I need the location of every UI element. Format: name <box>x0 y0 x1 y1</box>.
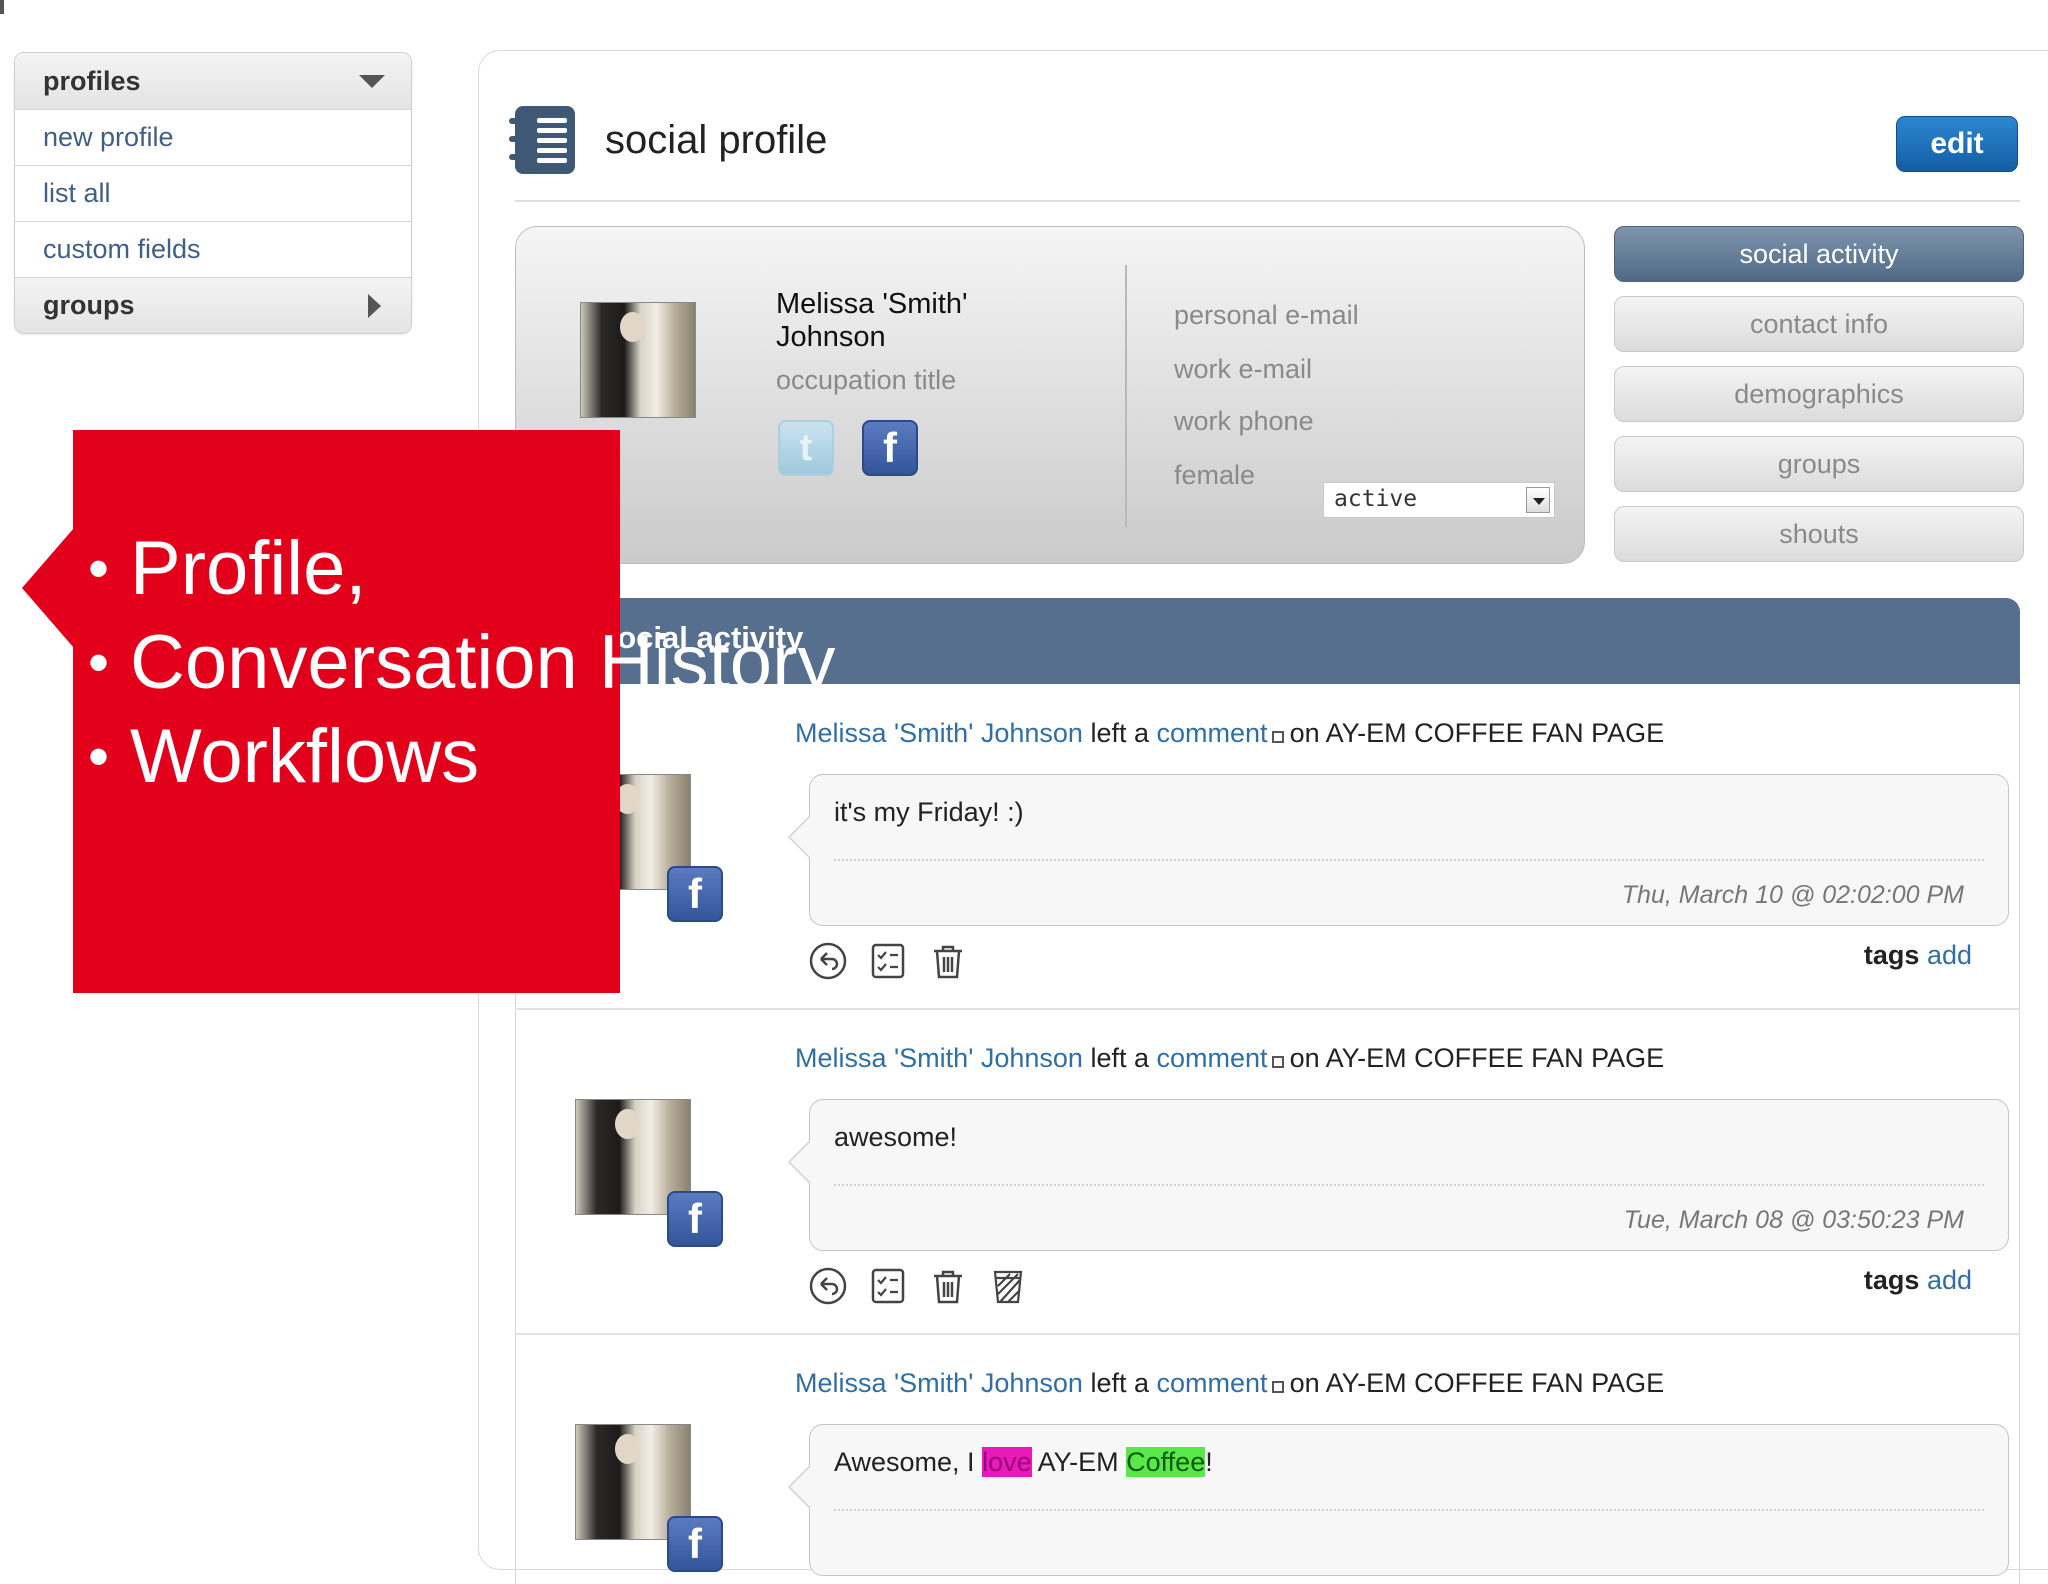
activity-headline: Melissa 'Smith' Johnson left a comment on… <box>795 1043 1664 1074</box>
checklist-icon[interactable] <box>867 1265 909 1307</box>
timestamp: Tue, March 08 @ 03:50:23 PM <box>1623 1206 1964 1234</box>
facebook-icon[interactable]: f <box>862 420 918 476</box>
comment-link[interactable]: comment <box>1157 1368 1268 1398</box>
list-all-label: list all <box>43 178 111 208</box>
comment-bubble: it's my Friday! :) Thu, March 10 @ 02:02… <box>788 774 2009 926</box>
tab-shouts[interactable]: shouts <box>1614 506 2024 562</box>
profile-photo <box>580 302 696 418</box>
page-header: social profile <box>509 100 828 180</box>
item-divider <box>515 1333 2020 1335</box>
tab-groups[interactable]: groups <box>1614 436 2024 492</box>
comment-bubble: awesome! Tue, March 08 @ 03:50:23 PM <box>788 1099 2009 1251</box>
status-select[interactable]: active <box>1323 482 1555 518</box>
comment-link[interactable]: comment <box>1157 718 1268 748</box>
facebook-icon: f <box>667 866 723 922</box>
bubble-tip <box>788 815 810 859</box>
profiles-label: profiles <box>43 65 141 96</box>
custom-fields-label: custom fields <box>43 234 201 264</box>
groups-label: groups <box>43 290 135 320</box>
personal-email-field: personal e-mail <box>1174 300 1359 330</box>
facebook-icon: f <box>667 1516 723 1572</box>
new-profile-link[interactable]: new profile <box>15 109 411 165</box>
profiles-menu-header[interactable]: profiles <box>15 53 411 109</box>
tags-area: tags add <box>1864 940 1972 971</box>
title-divider <box>515 200 2020 202</box>
author-link[interactable]: Melissa 'Smith' Johnson <box>795 718 1083 748</box>
work-phone-field: work phone <box>1174 406 1314 436</box>
tab-contact-info[interactable]: contact info <box>1614 296 2024 352</box>
bullet-workflows: Workflows <box>88 710 835 804</box>
callout-bullets: Profile, Conversation History Workflows <box>88 522 835 804</box>
activity-headline: Melissa 'Smith' Johnson left a comment on… <box>795 718 1664 749</box>
comment-text-part: Awesome, I <box>834 1447 983 1477</box>
comment-text-part: AY-EM <box>1031 1447 1127 1477</box>
trash-icon[interactable] <box>927 940 969 982</box>
checklist-icon[interactable] <box>867 940 909 982</box>
comment-link[interactable]: comment <box>1157 1043 1268 1073</box>
chevron-right-icon <box>368 294 381 318</box>
window-edge-marker <box>0 0 4 14</box>
bubble-tip <box>788 1140 810 1184</box>
timestamp: Thu, March 10 @ 02:02:00 PM <box>1621 881 1964 909</box>
profiles-menu: profiles new profile list all custom fie… <box>14 52 412 334</box>
callout-pointer <box>22 528 74 648</box>
comment-text: Awesome, I love AY-EM Coffee! <box>834 1447 1213 1478</box>
left-a-text: left a <box>1090 718 1149 748</box>
tags-label: tags <box>1863 1265 1920 1295</box>
tags-label: tags <box>1863 940 1920 970</box>
archive-icon[interactable] <box>987 1265 1029 1307</box>
comment-text-part: ! <box>1205 1447 1213 1477</box>
status-value: active <box>1334 486 1418 512</box>
activity-headline: Melissa 'Smith' Johnson left a comment on… <box>795 1368 1664 1399</box>
list-all-link[interactable]: list all <box>15 165 411 221</box>
tags-area: tags add <box>1864 1265 1972 1296</box>
on-page-text: on AY-EM COFFEE FAN PAGE <box>1289 1043 1665 1073</box>
author-link[interactable]: Melissa 'Smith' Johnson <box>795 1368 1083 1398</box>
dotted-divider <box>834 1509 1984 1511</box>
new-profile-label: new profile <box>43 122 174 152</box>
author-link[interactable]: Melissa 'Smith' Johnson <box>795 1043 1083 1073</box>
comment-bubble: Awesome, I love AY-EM Coffee! <box>788 1424 2009 1576</box>
item-divider <box>515 1008 2020 1010</box>
on-page-text: on AY-EM COFFEE FAN PAGE <box>1289 718 1665 748</box>
reply-icon[interactable] <box>807 940 849 982</box>
comment-text: awesome! <box>834 1122 958 1152</box>
add-tag-link[interactable]: add <box>1927 1265 1972 1295</box>
occupation-title: occupation title <box>776 365 957 395</box>
dotted-divider <box>834 1184 1984 1186</box>
bullet-profile: Profile, <box>88 522 835 616</box>
card-divider <box>1125 265 1127 527</box>
work-email-field: work e-mail <box>1174 354 1313 384</box>
page-title: social profile <box>605 117 828 162</box>
add-tag-link[interactable]: add <box>1927 940 1972 970</box>
item-actions <box>807 1265 1029 1307</box>
bubble-tip <box>788 1465 810 1509</box>
bullet-conversation-history: Conversation History <box>88 616 835 710</box>
dropdown-arrow-icon <box>1526 487 1550 513</box>
comment-text: it's my Friday! :) <box>834 797 1024 827</box>
highlight-love: love <box>982 1447 1032 1477</box>
chevron-down-icon <box>359 75 385 88</box>
facebook-icon: f <box>667 1191 723 1247</box>
left-a-text: left a <box>1090 1368 1149 1398</box>
external-link-icon[interactable] <box>1271 731 1284 743</box>
groups-menu-header[interactable]: groups <box>15 277 411 333</box>
gender-field: female <box>1174 460 1256 490</box>
edit-button[interactable]: edit <box>1896 116 2018 172</box>
tab-social-activity[interactable]: social activity <box>1614 226 2024 282</box>
profile-name: Melissa 'Smith' Johnson <box>776 288 968 353</box>
external-link-icon[interactable] <box>1271 1056 1284 1068</box>
highlight-coffee: Coffee <box>1126 1447 1206 1477</box>
custom-fields-link[interactable]: custom fields <box>15 221 411 277</box>
trash-icon[interactable] <box>927 1265 969 1307</box>
left-a-text: left a <box>1090 1043 1149 1073</box>
notebook-icon <box>509 106 575 174</box>
twitter-icon[interactable]: t <box>778 420 834 476</box>
external-link-icon[interactable] <box>1271 1381 1284 1393</box>
reply-icon[interactable] <box>807 1265 849 1307</box>
tab-demographics[interactable]: demographics <box>1614 366 2024 422</box>
on-page-text: on AY-EM COFFEE FAN PAGE <box>1289 1368 1665 1398</box>
dotted-divider <box>834 859 1984 861</box>
item-actions <box>807 940 969 982</box>
